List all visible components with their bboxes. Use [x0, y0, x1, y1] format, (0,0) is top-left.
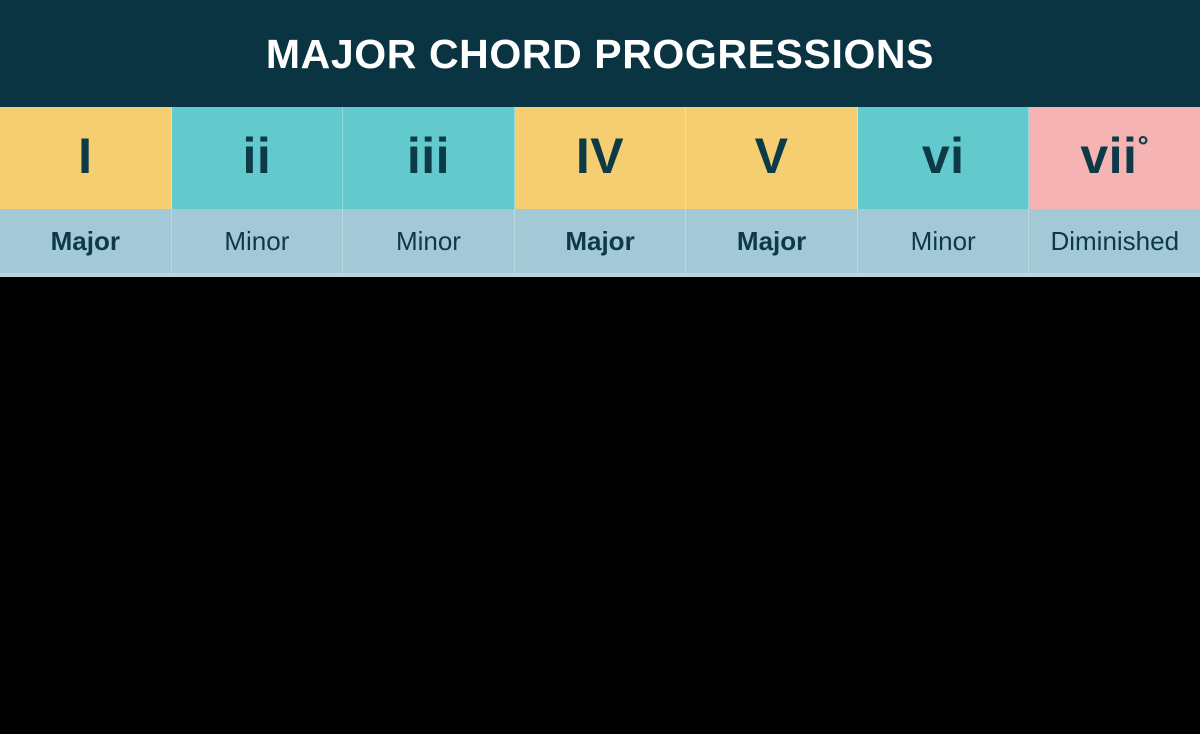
- numeral-cell-4: IV: [514, 107, 687, 209]
- quality-label-4: Major: [565, 226, 635, 256]
- numeral-text-2: ii: [242, 128, 272, 184]
- numeral-label-5: V: [755, 131, 789, 181]
- numeral-label-2: ii: [242, 131, 271, 181]
- numeral-text-7: vii: [1080, 128, 1138, 184]
- quality-cell-2: Minor: [171, 209, 344, 275]
- quality-cell-4: Major: [514, 209, 687, 275]
- quality-label-1: Major: [50, 226, 120, 256]
- quality-label-6: Minor: [910, 226, 976, 256]
- quality-label-7: Diminished: [1050, 226, 1180, 256]
- numeral-text-3: iii: [406, 128, 451, 184]
- numeral-text-5: V: [754, 128, 789, 184]
- roman-numeral-row: I ii iii IV V vi vii°: [0, 107, 1200, 209]
- numeral-cell-7: vii°: [1029, 107, 1200, 209]
- numeral-cell-1: I: [0, 107, 172, 209]
- numeral-label-3: iii: [407, 131, 450, 181]
- numeral-label-1: I: [78, 131, 92, 181]
- quality-cell-6: Minor: [857, 209, 1030, 275]
- chord-progression-infographic: MAJOR CHORD PROGRESSIONS I ii iii IV V v…: [0, 0, 1200, 734]
- quality-label-5: Major: [736, 226, 807, 256]
- page-title: MAJOR CHORD PROGRESSIONS: [265, 31, 935, 77]
- numeral-cell-2: ii: [171, 107, 344, 209]
- quality-cell-7: Diminished: [1029, 209, 1200, 275]
- chord-quality-row: Major Minor Minor Major Major Minor Dimi…: [0, 209, 1200, 275]
- header-banner: MAJOR CHORD PROGRESSIONS: [0, 0, 1200, 107]
- quality-label-2: Minor: [224, 226, 290, 256]
- numeral-text-6: vi: [921, 128, 965, 184]
- quality-cell-5: Major: [686, 209, 858, 275]
- numeral-label-6: vi: [922, 131, 965, 181]
- quality-cell-1: Major: [0, 209, 172, 275]
- numeral-text-4: IV: [575, 128, 625, 184]
- quality-label-3: Minor: [395, 226, 461, 256]
- numeral-label-4: IV: [576, 131, 624, 181]
- numeral-cell-5: V: [686, 107, 858, 209]
- numeral-cell-3: iii: [343, 107, 515, 209]
- degree-symbol-7: °: [1137, 130, 1150, 162]
- numeral-text-1: I: [78, 128, 93, 184]
- chord-degree-table: I ii iii IV V vi vii° Major Minor Minor …: [0, 107, 1200, 277]
- numeral-cell-6: vi: [857, 107, 1030, 209]
- lower-empty-canvas: [0, 277, 1200, 734]
- numeral-label-7: vii°: [1080, 131, 1149, 181]
- quality-cell-3: Minor: [343, 209, 515, 275]
